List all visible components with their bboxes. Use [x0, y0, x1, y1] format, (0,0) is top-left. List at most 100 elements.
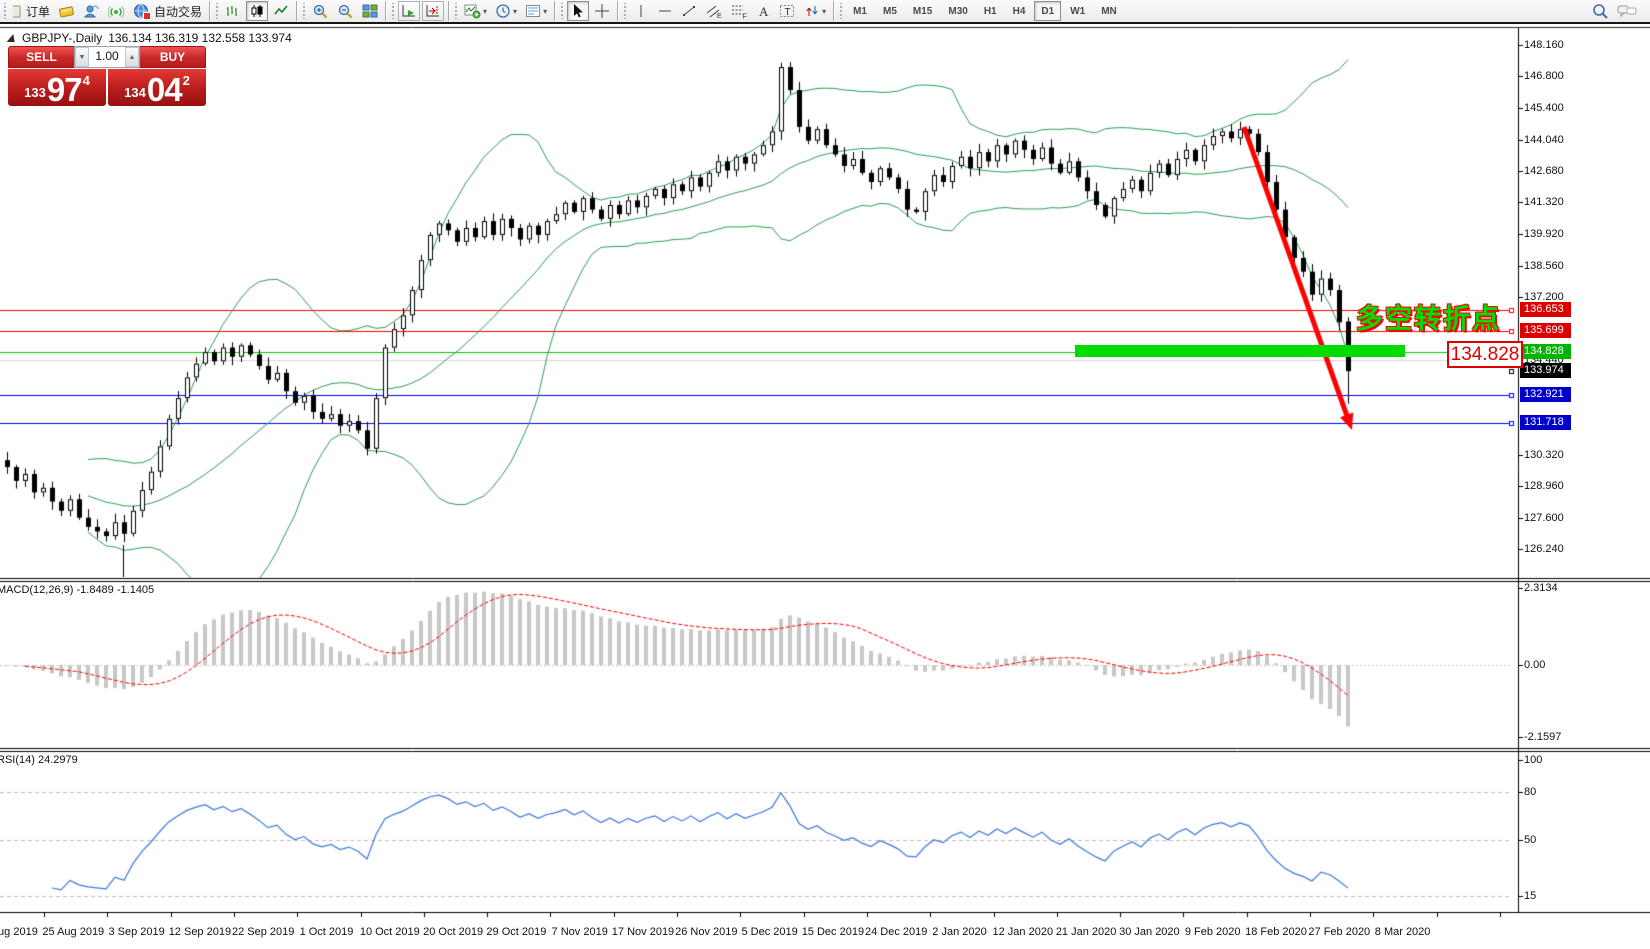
rsi-label: RSI(14) 24.2979 — [0, 754, 78, 766]
autotrading-button-label: 自动交易 — [154, 4, 203, 19]
chart-shift-button[interactable] — [422, 1, 445, 21]
timeframe-w1[interactable]: W1 — [1063, 1, 1092, 21]
templates-icon — [525, 3, 541, 19]
timeframe-m15[interactable]: M15 — [906, 1, 939, 21]
periods-button[interactable]: ▾ — [492, 1, 520, 21]
sell-price[interactable]: 133 97 4 — [8, 69, 106, 106]
crosshair-icon — [594, 3, 610, 19]
timeframe-m15-label: M15 — [912, 5, 933, 17]
text-button[interactable]: A — [752, 1, 774, 21]
autotrading-button[interactable]: 自动交易 — [130, 1, 205, 21]
timeframe-m1[interactable]: M1 — [846, 1, 874, 21]
chart-canvas[interactable] — [0, 26, 1650, 949]
timeframe-h1[interactable]: H1 — [977, 1, 1004, 21]
chart-window-button[interactable] — [55, 1, 78, 21]
chat-button[interactable] — [1614, 1, 1641, 21]
cursor-icon — [570, 3, 586, 19]
text-label-icon: T — [779, 3, 796, 19]
chart-title: GBPJPY-,Daily — [22, 31, 103, 45]
rsi-name: RSI(14) — [0, 754, 35, 766]
toolbar-group-insert: ▾ ▾ ▾ — [460, 0, 551, 23]
volume-increase-button[interactable]: ▲ — [125, 47, 139, 67]
toolbar-drag-handle[interactable] — [839, 3, 844, 19]
toolbar-group-pointer — [566, 0, 614, 23]
toolbar-drag-handle[interactable] — [454, 3, 459, 19]
horizontal-line-button[interactable] — [654, 1, 676, 21]
templates-button[interactable]: ▾ — [522, 1, 550, 21]
indicators-icon — [464, 3, 481, 19]
tile-windows-button[interactable] — [359, 1, 381, 21]
new-order-icon — [13, 4, 23, 19]
sell-button[interactable]: SELL — [8, 46, 74, 68]
toolbar-drag-handle[interactable] — [391, 3, 396, 19]
equidistant-channel-button[interactable]: E — [702, 1, 725, 21]
crosshair-button[interactable] — [591, 1, 613, 21]
zoom-out-button[interactable] — [334, 1, 357, 21]
timeframe-mn-label: MN — [1101, 5, 1117, 17]
toolbar-separator — [385, 1, 388, 21]
new-order-button-label: 订单 — [26, 4, 51, 19]
svg-text:F: F — [743, 14, 747, 20]
indicators-button[interactable]: ▾ — [461, 1, 490, 21]
arrows-icon — [804, 3, 820, 19]
timeframe-m5[interactable]: M5 — [876, 1, 904, 21]
timeframe-mn[interactable]: MN — [1094, 1, 1124, 21]
search-button[interactable] — [1588, 1, 1612, 21]
macd-main-value: -1.8489 — [76, 584, 114, 596]
toolbar-drag-handle[interactable] — [560, 3, 565, 19]
zoom-in-icon — [312, 3, 329, 19]
zoom-in-button[interactable] — [309, 1, 332, 21]
support-zone-rectangle[interactable] — [1075, 345, 1405, 357]
toolbar-drag-handle[interactable] — [623, 3, 628, 19]
turning-point-annotation[interactable]: 多空转折点 — [1356, 297, 1501, 336]
sell-price-figure: 133 — [24, 85, 46, 100]
toolbar-group-drawing: E F A T ▾ — [629, 0, 830, 23]
buy-button[interactable]: BUY — [140, 46, 206, 68]
candlestick-button[interactable] — [246, 1, 269, 21]
trendline-icon — [681, 3, 697, 19]
horizontal-line-icon — [657, 3, 673, 19]
toolbar-drag-handle[interactable] — [3, 3, 7, 19]
toolbar-right — [1587, 1, 1642, 21]
volume-input[interactable]: 1.00 — [89, 47, 125, 67]
svg-text:E: E — [717, 13, 722, 19]
arrows-button[interactable]: ▾ — [801, 1, 829, 21]
chart-title-bar: GBPJPY-,Daily 136.134 136.319 132.558 13… — [6, 31, 292, 45]
macd-label: MACD(12,26,9) -1.8489 -1.1405 — [0, 584, 154, 596]
cursor-button[interactable] — [567, 1, 590, 21]
periods-icon — [495, 3, 511, 19]
bar-chart-icon — [225, 3, 241, 19]
buy-price[interactable]: 134 04 2 — [108, 69, 206, 106]
vertical-line-button[interactable] — [630, 1, 652, 21]
toolbar-drag-handle[interactable] — [215, 3, 220, 19]
rsi-value: 24.2979 — [37, 754, 78, 766]
volume-decrease-button[interactable]: ▼ — [75, 47, 89, 67]
timeframe-m30[interactable]: M30 — [941, 1, 974, 21]
mt4-terminal: { "toolbar": { "groups": [ {"name":"orde… — [0, 0, 1650, 949]
timeframe-d1-label: D1 — [1041, 5, 1055, 17]
trendline-button[interactable] — [678, 1, 700, 21]
macd-signal-value: -1.1405 — [116, 584, 155, 596]
search-icon — [1591, 3, 1609, 20]
community-button[interactable] — [80, 1, 103, 21]
toolbar-drag-handle[interactable] — [302, 3, 307, 19]
toolbar-group-chart-types — [221, 0, 293, 23]
toolbar-separator — [209, 1, 212, 21]
timeframe-h4-label: H4 — [1012, 5, 1026, 17]
bar-chart-button[interactable] — [222, 1, 244, 21]
timeframe-d1[interactable]: D1 — [1034, 1, 1062, 21]
buy-price-pips: 04 — [146, 71, 183, 108]
text-label-button[interactable]: T — [776, 1, 799, 21]
chevron-down-icon: ▾ — [822, 6, 827, 16]
fibonacci-button[interactable]: F — [727, 1, 750, 21]
zoom-out-icon — [337, 3, 354, 19]
signals-button[interactable] — [105, 1, 128, 21]
chart-ohlc-values: 136.134 136.319 132.558 133.974 — [108, 31, 292, 45]
auto-scroll-button[interactable] — [398, 1, 421, 21]
new-order-button[interactable]: 订单 — [10, 1, 53, 21]
svg-text:A: A — [759, 4, 769, 19]
price-level-label[interactable]: 134.828 — [1447, 341, 1523, 368]
community-icon — [83, 3, 100, 19]
line-chart-button[interactable] — [270, 1, 292, 21]
timeframe-h4[interactable]: H4 — [1006, 1, 1033, 21]
